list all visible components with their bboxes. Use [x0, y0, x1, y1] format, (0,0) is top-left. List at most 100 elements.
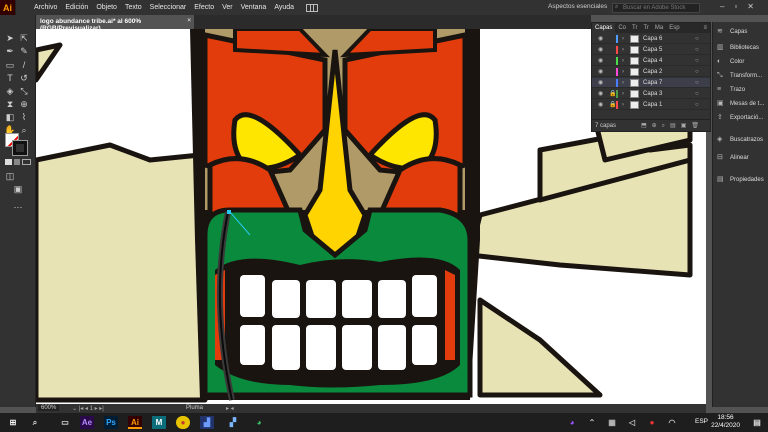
- network-icon[interactable]: ▦: [605, 416, 619, 429]
- workspace-switcher[interactable]: Aspectos esenciales: [548, 3, 607, 10]
- app-m-icon[interactable]: M: [152, 416, 166, 429]
- volume-icon[interactable]: ◁: [625, 416, 639, 429]
- zoom-tool-icon[interactable]: ⌕: [18, 124, 30, 136]
- visibility-eye-icon[interactable]: ◉: [598, 34, 603, 44]
- premiere-icon[interactable]: ▟: [200, 416, 214, 429]
- pencil-tool-icon[interactable]: /: [18, 59, 30, 71]
- layer-row[interactable]: ◉ › Capa 7 ○: [592, 78, 710, 88]
- window-controls[interactable]: –▫✕: [720, 2, 764, 11]
- more-tools-icon[interactable]: ⋯: [12, 201, 24, 213]
- dock-item[interactable]: ▤ Propiedades: [717, 174, 764, 186]
- layer-row[interactable]: ◉ › Capa 6 ○: [592, 34, 710, 44]
- menu-texto[interactable]: Texto: [121, 4, 146, 11]
- dock-item[interactable]: ≋ Capas: [717, 26, 747, 38]
- expand-arrow-icon[interactable]: ›: [622, 78, 624, 88]
- expand-arrow-icon[interactable]: ›: [622, 34, 624, 44]
- visibility-eye-icon[interactable]: ◉: [598, 89, 603, 99]
- after-effects-icon[interactable]: Ae: [80, 416, 94, 429]
- tab-co[interactable]: Co: [615, 25, 629, 31]
- menu-ayuda[interactable]: Ayuda: [270, 4, 298, 11]
- illustrator-icon[interactable]: Ai: [128, 416, 142, 429]
- tray-arrow-icon[interactable]: ⌃: [585, 416, 599, 429]
- layer-actions-icons[interactable]: ⬒⊕⌕▤▣🗑: [641, 120, 704, 132]
- expand-arrow-icon[interactable]: ›: [622, 67, 624, 77]
- dock-item[interactable]: ⊟ Alinear: [717, 152, 749, 164]
- pen-tool-icon[interactable]: ✒: [4, 45, 16, 57]
- photoshop-icon[interactable]: Ps: [104, 416, 118, 429]
- selection-tool-icon[interactable]: ➤: [4, 32, 16, 44]
- eraser-tool-icon[interactable]: ◈: [4, 85, 16, 97]
- curvature-icon[interactable]: ✎: [18, 45, 30, 57]
- rotate-tool-icon[interactable]: ↺: [18, 72, 30, 84]
- menu-seleccionar[interactable]: Seleccionar: [146, 4, 191, 11]
- visibility-eye-icon[interactable]: ◉: [598, 45, 603, 55]
- visibility-eye-icon[interactable]: ◉: [598, 56, 603, 66]
- stock-search-input[interactable]: Buscar en Adobe Stock: [612, 3, 700, 13]
- dock-item[interactable]: ▣ Mesas de t...: [717, 98, 764, 110]
- task-view-icon[interactable]: ▭: [58, 416, 72, 429]
- notifications-icon[interactable]: ▤: [750, 416, 764, 429]
- menu-objeto[interactable]: Objeto: [92, 4, 121, 11]
- visibility-eye-icon[interactable]: ◉: [598, 67, 603, 77]
- type-tool-icon[interactable]: T: [4, 72, 16, 84]
- tab-tr2[interactable]: Tr: [640, 25, 651, 31]
- target-circle-icon[interactable]: ○: [695, 67, 699, 77]
- dock-item[interactable]: ▥ Bibliotecas: [717, 42, 759, 54]
- rectangle-tool-icon[interactable]: ▭: [4, 59, 16, 71]
- search-icon[interactable]: ⌕: [28, 416, 42, 429]
- menu-ventana[interactable]: Ventana: [237, 4, 271, 11]
- expand-arrow-icon[interactable]: ›: [622, 45, 624, 55]
- target-circle-icon[interactable]: ○: [695, 89, 699, 99]
- workspace-layout-icon[interactable]: [306, 3, 319, 12]
- status-arrows-icon[interactable]: ▸ ◂: [226, 405, 234, 412]
- target-circle-icon[interactable]: ○: [695, 34, 699, 44]
- gradient-tool-icon[interactable]: ◧: [4, 111, 16, 123]
- width-tool-icon[interactable]: ⧗: [4, 98, 16, 110]
- artboard-nav-icons[interactable]: ⌄ |◂ ◂ 1 ▸ ▸|: [72, 405, 104, 412]
- tray-red-icon[interactable]: ●: [645, 416, 659, 429]
- dock-item[interactable]: ⇪ Exportació...: [717, 112, 763, 124]
- close-tab-icon[interactable]: ×: [187, 17, 191, 24]
- dock-item[interactable]: ◐ Color: [717, 56, 744, 68]
- zoom-level[interactable]: 600%: [38, 405, 60, 411]
- panel-menu-icon[interactable]: ≡: [700, 25, 710, 31]
- windows-start-icon[interactable]: ⊞: [6, 416, 20, 429]
- layer-row[interactable]: ◉ › Capa 5 ○: [592, 45, 710, 55]
- screen-mode-icon[interactable]: ▣: [12, 183, 24, 195]
- tab-tr1[interactable]: Tr: [629, 25, 640, 31]
- expand-arrow-icon[interactable]: ›: [622, 100, 624, 110]
- visibility-eye-icon[interactable]: ◉: [598, 100, 603, 110]
- tab-capas[interactable]: Capas: [592, 23, 616, 33]
- menu-edicion[interactable]: Edición: [61, 4, 92, 11]
- color-mode-icons[interactable]: [5, 159, 32, 165]
- layer-row[interactable]: ◉ › Capa 4 ○: [592, 56, 710, 66]
- expand-arrow-icon[interactable]: ›: [622, 89, 624, 99]
- target-circle-icon[interactable]: ○: [695, 100, 699, 110]
- wifi-icon[interactable]: ◠: [665, 416, 679, 429]
- layer-row[interactable]: ◉ 🔒 › Capa 1 ○: [592, 100, 710, 110]
- app-blue-icon[interactable]: ▞: [226, 416, 240, 429]
- eyedropper-icon[interactable]: ⌇: [18, 111, 30, 123]
- direct-selection-icon[interactable]: ⇱: [18, 32, 30, 44]
- shape-builder-icon[interactable]: ⊕: [18, 98, 30, 110]
- document-tab[interactable]: logo abundance tribe.ai* al 600% (RGB/Pr…: [36, 15, 194, 32]
- tab-esp[interactable]: Esp: [666, 25, 682, 31]
- menu-efecto[interactable]: Efecto: [190, 4, 218, 11]
- expand-arrow-icon[interactable]: ›: [622, 56, 624, 66]
- stroke-swatch[interactable]: [12, 140, 28, 156]
- dock-item[interactable]: ≡ Trazo: [717, 84, 745, 96]
- tray-app-icon[interactable]: ◕: [565, 416, 579, 429]
- menu-archivo[interactable]: Archivo: [30, 4, 61, 11]
- chrome-icon[interactable]: ●: [176, 416, 190, 429]
- target-circle-icon[interactable]: ○: [695, 78, 699, 88]
- layer-row[interactable]: ◉ › Capa 2 ○: [592, 67, 710, 77]
- scale-tool-icon[interactable]: ⤡: [18, 85, 30, 97]
- dock-item[interactable]: ⤡ Transform...: [717, 70, 762, 82]
- dock-item[interactable]: ◈ Buscatrazos: [717, 134, 763, 146]
- menu-ver[interactable]: Ver: [218, 4, 237, 11]
- language-indicator[interactable]: ESP: [695, 418, 708, 425]
- target-circle-icon[interactable]: ○: [695, 45, 699, 55]
- target-circle-icon[interactable]: ○: [695, 56, 699, 66]
- app-green-icon[interactable]: ◕: [252, 416, 266, 429]
- clock[interactable]: 18:56 22/4/2020: [711, 414, 740, 430]
